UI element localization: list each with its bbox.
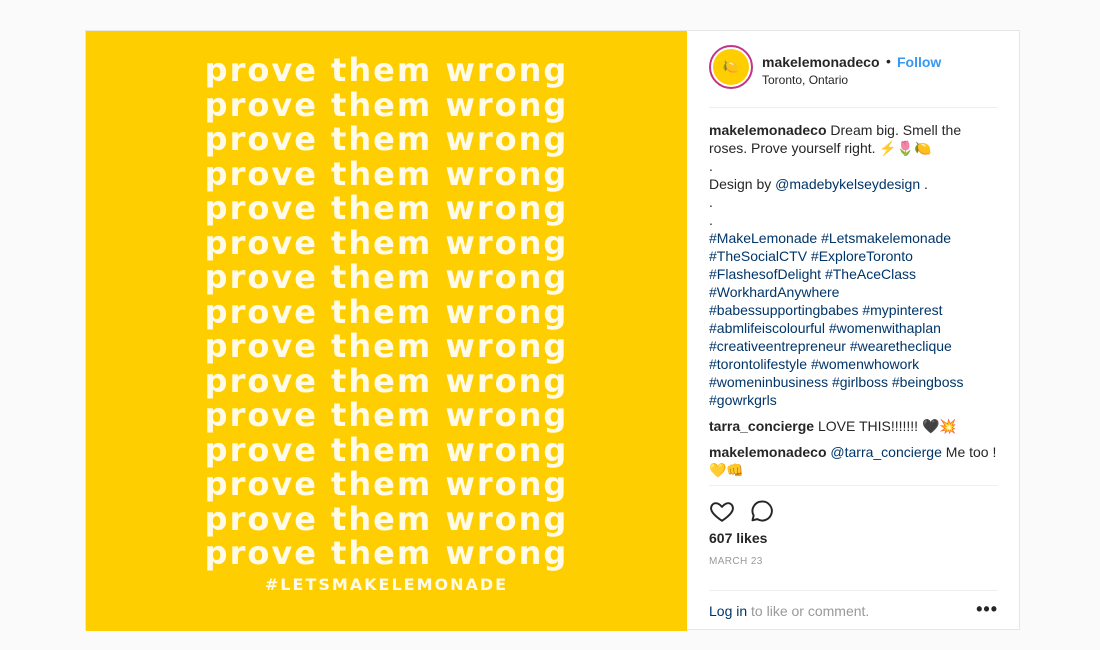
caption-dot: . (709, 212, 713, 228)
post-sidebar: 🍋 makelemonadeco • Follow Toronto, Ontar… (687, 31, 1020, 629)
designer-mention-link[interactable]: @madebykelseydesign (775, 176, 920, 192)
hashtag-line[interactable]: #babessupportingbabes #mypinterest (709, 301, 999, 319)
hashtag-line[interactable]: #TheSocialCTV #ExploreToronto (709, 247, 999, 265)
avatar[interactable]: 🍋 (709, 45, 753, 89)
likes-count[interactable]: 607 likes (709, 530, 767, 546)
image-text-line: prove them wrong (204, 258, 569, 296)
comment: makelemonadeco @tarra_concierge Me too !… (709, 443, 999, 479)
image-text-line: prove them wrong (204, 223, 569, 262)
image-text-line: prove them wrong (204, 51, 569, 89)
hashtag-line[interactable]: #abmlifeiscolourful #womenwithaplan (709, 319, 999, 337)
hashtag-list: #MakeLemonade #Letsmakelemonade #TheSocia… (709, 229, 999, 409)
heart-outline-icon[interactable] (709, 498, 735, 524)
location-link[interactable]: Toronto, Ontario (762, 73, 848, 87)
image-text-line: prove them wrong (204, 327, 569, 365)
image-text-line: prove them wrong (204, 361, 569, 400)
header-username[interactable]: makelemonadeco (762, 54, 880, 70)
lemon-icon: 🍋 (713, 49, 749, 85)
login-link[interactable]: Log in (709, 603, 747, 619)
caption-dot: . (709, 194, 713, 210)
design-prefix: Design by (709, 176, 772, 192)
image-text-line: prove them wrong (204, 189, 569, 227)
image-text-line: prove them wrong (204, 292, 569, 331)
comments-area[interactable]: makelemonadeco Dream big. Smell the rose… (709, 121, 999, 485)
image-text-line: prove them wrong (204, 154, 569, 193)
post-header: 🍋 makelemonadeco • Follow Toronto, Ontar… (709, 45, 998, 108)
hashtag-line[interactable]: #creativeentrepreneur #wearetheclique (709, 337, 999, 355)
caption: makelemonadeco Dream big. Smell the rose… (709, 121, 999, 409)
image-text-lines: prove them wrong prove them wrong prove th… (86, 53, 687, 571)
login-prompt: Log in to like or comment. (709, 603, 869, 619)
hashtag-line[interactable]: #torontolifestyle #womenwhowork (709, 355, 999, 373)
image-text-line: prove them wrong (204, 534, 569, 572)
design-suffix: . (924, 176, 928, 192)
comment-username[interactable]: makelemonadeco (709, 444, 827, 460)
comment-bubble-icon[interactable] (749, 498, 775, 524)
comment: tarra_concierge LOVE THIS!!!!!!! 🖤💥 (709, 417, 999, 435)
comment-text: LOVE THIS!!!!!!! 🖤💥 (817, 418, 957, 434)
image-text-line: prove them wrong (204, 465, 569, 503)
image-text-line: prove them wrong (204, 499, 569, 538)
hashtag-line[interactable]: #womeninbusiness #girlboss #beingboss (709, 373, 999, 391)
post-footer: Log in to like or comment. ••• (709, 590, 998, 631)
image-tagline: #LETSMAKELEMONADE (264, 575, 509, 594)
comment-mention-link[interactable]: @tarra_concierge (830, 444, 942, 460)
hashtag-line[interactable]: #gowrkgrls (709, 391, 999, 409)
header-separator: • (886, 53, 891, 69)
login-suffix: to like or comment. (747, 603, 870, 619)
caption-dot: . (709, 158, 713, 174)
comment-username[interactable]: tarra_concierge (709, 418, 814, 434)
follow-button[interactable]: Follow (897, 54, 941, 70)
image-text-line: prove them wrong (204, 85, 569, 124)
image-text-line: prove them wrong (204, 396, 569, 434)
instagram-post: prove them wrong prove them wrong prove th… (85, 30, 1020, 631)
post-date[interactable]: MARCH 23 (709, 556, 763, 567)
caption-username[interactable]: makelemonadeco (709, 122, 827, 138)
post-image[interactable]: prove them wrong prove them wrong prove th… (86, 31, 687, 631)
more-options-icon[interactable]: ••• (976, 599, 998, 620)
image-text-line: prove them wrong (204, 120, 569, 158)
image-text-line: prove them wrong (204, 430, 569, 469)
post-actions: 607 likes MARCH 23 Log in to like or com… (709, 485, 998, 619)
hashtag-line[interactable]: #WorkhardAnywhere (709, 283, 999, 301)
hashtag-line[interactable]: #MakeLemonade #Letsmakelemonade (709, 229, 999, 247)
hashtag-line[interactable]: #FlashesofDelight #TheAceClass (709, 265, 999, 283)
